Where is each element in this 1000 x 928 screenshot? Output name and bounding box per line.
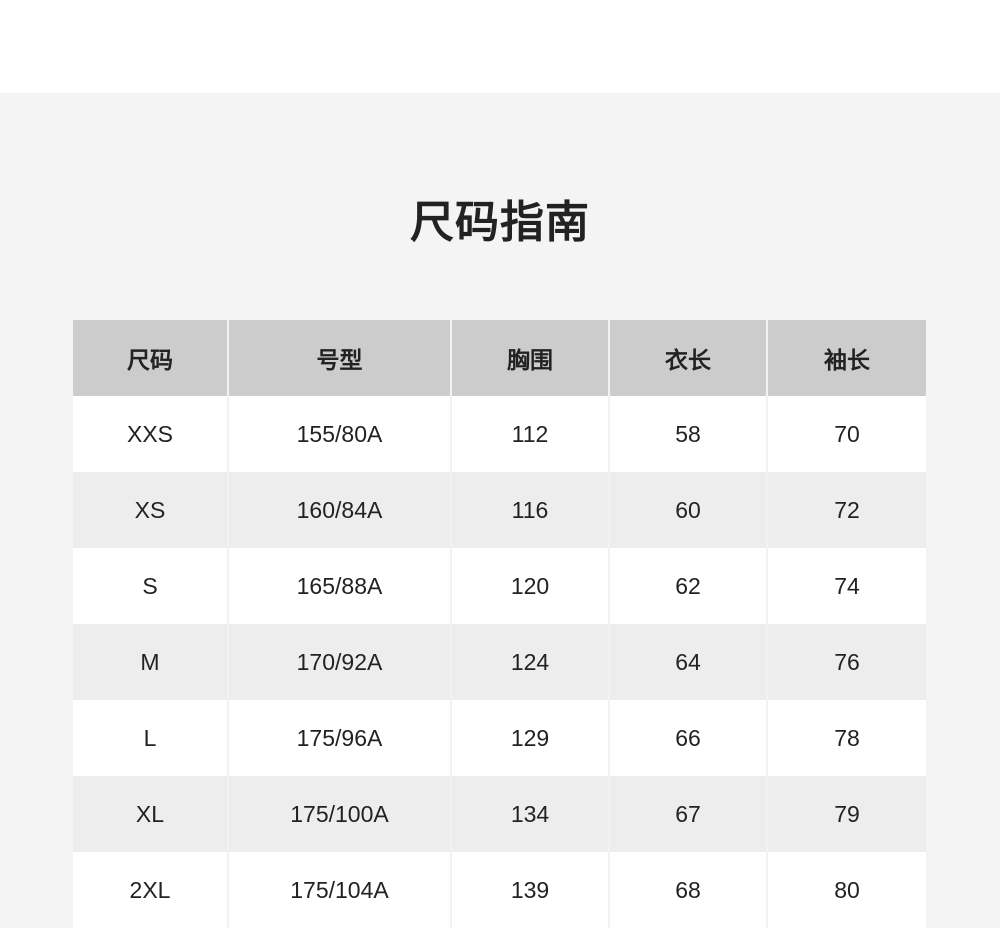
- table-row: XXS 155/80A 112 58 70: [73, 396, 926, 472]
- table-row: S 165/88A 120 62 74: [73, 548, 926, 624]
- cell-sleeve: 74: [766, 548, 926, 624]
- page-title: 尺码指南: [410, 197, 590, 248]
- cell-size: XS: [73, 472, 229, 548]
- cell-model: 155/80A: [227, 396, 452, 472]
- table-header: 尺码 号型 胸围 衣长 袖长: [73, 320, 926, 396]
- cell-length: 64: [608, 624, 768, 700]
- cell-chest: 134: [450, 776, 610, 852]
- cell-sleeve: 80: [766, 852, 926, 928]
- cell-chest: 116: [450, 472, 610, 548]
- header-chest: 胸围: [450, 320, 610, 396]
- cell-model: 175/104A: [227, 852, 452, 928]
- cell-length: 60: [608, 472, 768, 548]
- table-row: XL 175/100A 134 67 79: [73, 776, 926, 852]
- table-row: 2XL 175/104A 139 68 80: [73, 852, 926, 928]
- header-length: 衣长: [608, 320, 768, 396]
- cell-chest: 139: [450, 852, 610, 928]
- table-row: M 170/92A 124 64 76: [73, 624, 926, 700]
- cell-length: 58: [608, 396, 768, 472]
- cell-length: 67: [608, 776, 768, 852]
- header-model: 号型: [227, 320, 452, 396]
- size-guide-panel: 尺码指南 尺码 号型 胸围 衣长 袖长 XXS 155/80A 112 58 7…: [0, 93, 1000, 928]
- top-blank-band: [0, 0, 1000, 93]
- cell-size: XXS: [73, 396, 229, 472]
- cell-size: L: [73, 700, 229, 776]
- cell-size: M: [73, 624, 229, 700]
- cell-model: 165/88A: [227, 548, 452, 624]
- table-body: XXS 155/80A 112 58 70 XS 160/84A 116 60 …: [73, 396, 926, 928]
- cell-sleeve: 76: [766, 624, 926, 700]
- cell-length: 68: [608, 852, 768, 928]
- cell-sleeve: 79: [766, 776, 926, 852]
- header-row: 尺码 号型 胸围 衣长 袖长: [73, 320, 926, 396]
- cell-model: 160/84A: [227, 472, 452, 548]
- header-sleeve: 袖长: [766, 320, 926, 396]
- size-chart-table: 尺码 号型 胸围 衣长 袖长 XXS 155/80A 112 58 70 XS …: [73, 320, 926, 928]
- cell-length: 62: [608, 548, 768, 624]
- cell-model: 170/92A: [227, 624, 452, 700]
- cell-model: 175/100A: [227, 776, 452, 852]
- cell-sleeve: 70: [766, 396, 926, 472]
- cell-length: 66: [608, 700, 768, 776]
- cell-size: S: [73, 548, 229, 624]
- table-row: L 175/96A 129 66 78: [73, 700, 926, 776]
- cell-chest: 120: [450, 548, 610, 624]
- cell-chest: 129: [450, 700, 610, 776]
- cell-sleeve: 72: [766, 472, 926, 548]
- cell-chest: 124: [450, 624, 610, 700]
- cell-size: 2XL: [73, 852, 229, 928]
- table-row: XS 160/84A 116 60 72: [73, 472, 926, 548]
- cell-model: 175/96A: [227, 700, 452, 776]
- cell-chest: 112: [450, 396, 610, 472]
- cell-sleeve: 78: [766, 700, 926, 776]
- header-size: 尺码: [73, 320, 229, 396]
- cell-size: XL: [73, 776, 229, 852]
